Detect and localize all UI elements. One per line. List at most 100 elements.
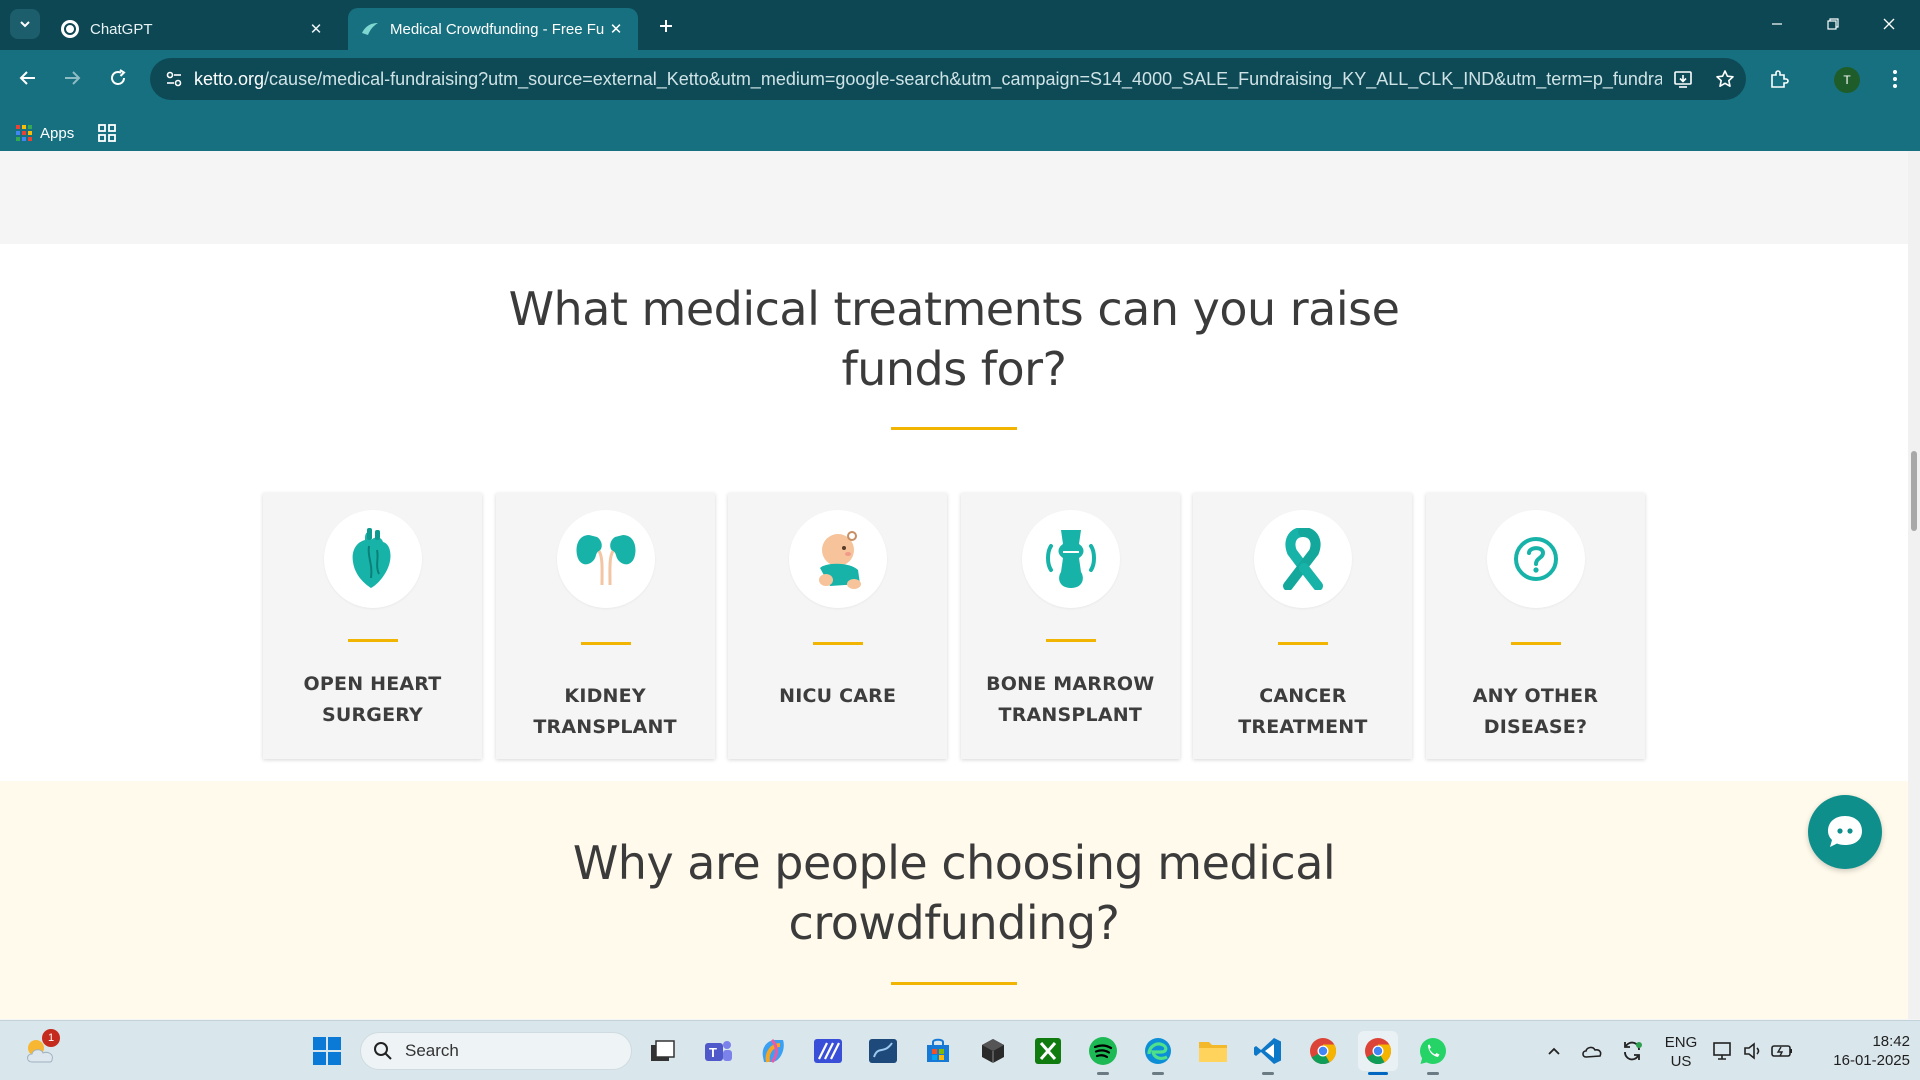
extensions-button[interactable] — [1762, 62, 1796, 96]
back-button[interactable] — [12, 62, 44, 94]
url-path: /cause/medical-fundraising?utm_source=ex… — [264, 68, 1662, 89]
show-hidden-icons-button[interactable] — [1534, 1031, 1574, 1071]
close-window-button[interactable] — [1866, 8, 1912, 40]
web-page: What medical treatments can you raise fu… — [0, 151, 1908, 1019]
apps-bookmark[interactable]: Apps — [16, 110, 74, 156]
treatments-heading-line2: funds for? — [841, 342, 1067, 396]
unity-app[interactable] — [973, 1031, 1013, 1071]
treatment-label-line1: CANCER TREATMENT — [1238, 685, 1368, 738]
tab-medical-crowdfunding[interactable]: Medical Crowdfunding - Free Fu ✕ — [348, 8, 638, 50]
reload-button[interactable] — [102, 62, 134, 94]
ribbon-icon — [1254, 510, 1353, 608]
battery-icon — [1771, 1045, 1792, 1057]
quick-settings-button[interactable] — [1708, 1031, 1798, 1071]
treatment-card-bone-marrow[interactable]: BONE MARROW TRANSPLANT — [960, 493, 1180, 759]
kidney-icon — [556, 510, 655, 608]
url-host: ketto.org — [194, 68, 265, 89]
vpn-app[interactable] — [808, 1031, 848, 1071]
treatment-label-line1: NICU CARE — [779, 685, 897, 707]
xbox-app[interactable] — [1028, 1031, 1068, 1071]
search-icon — [374, 1042, 392, 1060]
sync-tray-icon[interactable] — [1612, 1031, 1652, 1071]
treatments-heading-line1: What medical treatments can you raise — [508, 282, 1400, 336]
treatment-card-cancer[interactable]: CANCER TREATMENT — [1193, 493, 1413, 759]
chrome-app-active[interactable] — [1358, 1031, 1398, 1075]
card-accent-bar — [1278, 642, 1329, 645]
address-bar[interactable]: ketto.org/cause/medical-fundraising?utm_… — [150, 58, 1746, 100]
store-bag-icon — [927, 1038, 949, 1062]
teams-app[interactable]: T — [698, 1031, 738, 1071]
task-view-button[interactable] — [642, 1031, 682, 1071]
card-accent-bar — [1045, 639, 1096, 642]
clock[interactable]: 18:42 16-01-2025 — [1806, 1032, 1910, 1070]
treatment-card-open-heart[interactable]: OPEN HEART SURGERY — [263, 493, 482, 759]
whatsapp-app[interactable] — [1413, 1031, 1453, 1075]
arrow-right-icon — [65, 71, 81, 85]
taskbar-search[interactable]: Search — [360, 1032, 632, 1070]
teams-icon: T — [705, 1041, 732, 1061]
tab-search-button[interactable] — [10, 9, 40, 39]
forward-button[interactable] — [56, 62, 88, 94]
close-tab-icon[interactable]: ✕ — [304, 17, 328, 41]
treatment-card-nicu[interactable]: NICU CARE — [728, 493, 948, 759]
chrome-icon — [1310, 1038, 1337, 1065]
running-indicator — [1097, 1072, 1109, 1075]
new-tab-button[interactable] — [652, 12, 680, 40]
profile-avatar[interactable]: T — [1834, 67, 1860, 93]
vscode-icon — [1254, 1038, 1281, 1064]
chrome-app[interactable] — [1303, 1031, 1343, 1071]
treatment-card-other[interactable]: ANY OTHER DISEASE? — [1425, 493, 1645, 759]
running-indicator — [1152, 1072, 1164, 1075]
browser-menu-button[interactable] — [1880, 62, 1910, 96]
spotify-icon — [1089, 1037, 1117, 1065]
restore-button[interactable] — [1810, 8, 1856, 40]
edge-app[interactable] — [1138, 1031, 1178, 1075]
browser-tab-bar: ChatGPT ✕ Medical Crowdfunding - Free Fu… — [0, 0, 1920, 50]
scrollbar-thumb[interactable] — [1911, 451, 1917, 531]
refresh-icon — [1624, 1041, 1642, 1061]
mysql-workbench-app[interactable] — [863, 1031, 903, 1071]
whatsapp-icon — [1420, 1038, 1446, 1064]
ketto-logo-icon — [360, 19, 380, 39]
puzzle-icon — [1771, 70, 1789, 88]
cloud-sync-icon — [1582, 1046, 1602, 1058]
vscode-app[interactable] — [1248, 1031, 1288, 1075]
url-text[interactable]: ketto.org/cause/medical-fundraising?utm_… — [194, 69, 1662, 90]
tab-title: ChatGPT — [90, 20, 153, 38]
clock-time: 18:42 — [1872, 1033, 1910, 1050]
treatment-card-kidney[interactable]: KIDNEY TRANSPLANT — [495, 493, 715, 759]
tab-chatgpt[interactable]: ChatGPT ✕ — [48, 8, 338, 50]
language-indicator[interactable]: ENG US — [1660, 1033, 1702, 1071]
more-vertical-icon — [1893, 70, 1897, 88]
treatment-label-line2: TRANSPLANT — [998, 704, 1143, 726]
folder-icon — [1199, 1042, 1227, 1062]
start-button[interactable] — [307, 1031, 347, 1071]
xbox-icon — [1035, 1038, 1061, 1064]
tab-title: Medical Crowdfunding - Free Fu — [390, 20, 604, 38]
why-heading-line2: crowdfunding? — [788, 896, 1120, 950]
chat-button[interactable] — [1808, 795, 1882, 869]
site-info-icon[interactable] — [154, 58, 194, 100]
database-tile-icon — [869, 1039, 897, 1063]
cube-icon — [982, 1039, 1004, 1063]
tab-groups-icon[interactable] — [96, 122, 118, 144]
heading-underline — [891, 982, 1017, 985]
treatment-label-line1: KIDNEY TRANSPLANT — [533, 685, 677, 738]
spotify-app[interactable] — [1083, 1031, 1123, 1075]
file-explorer-app[interactable] — [1193, 1031, 1233, 1071]
plus-icon — [660, 20, 672, 32]
page-scrollbar[interactable] — [1908, 151, 1920, 1019]
minimize-button[interactable] — [1754, 8, 1800, 40]
close-tab-icon[interactable]: ✕ — [604, 17, 628, 41]
active-indicator — [1368, 1072, 1388, 1075]
windows-logo-icon — [313, 1037, 341, 1065]
bookmark-star-icon[interactable] — [1704, 58, 1746, 100]
onedrive-tray-icon[interactable] — [1572, 1031, 1612, 1071]
install-app-icon[interactable] — [1662, 58, 1704, 100]
treatment-label-line1: ANY OTHER DISEASE? — [1472, 685, 1599, 738]
microsoft-store-app[interactable] — [918, 1031, 958, 1071]
chrome-icon — [1365, 1038, 1392, 1065]
chevron-up-icon — [1548, 1047, 1560, 1055]
weather-widget[interactable]: 1 — [20, 1029, 60, 1071]
copilot-app[interactable] — [753, 1031, 793, 1071]
